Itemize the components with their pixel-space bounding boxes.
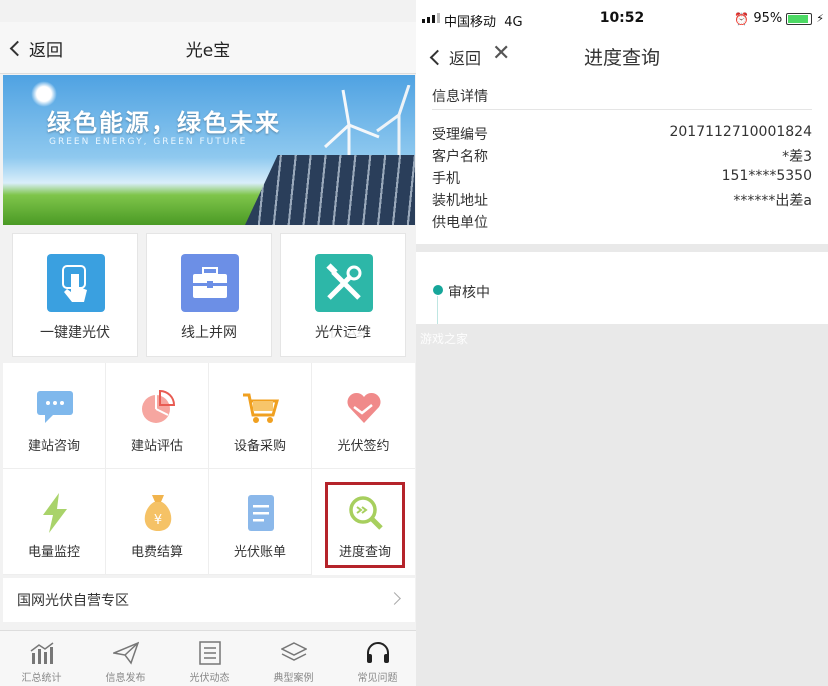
- grid-item-power-monitor[interactable]: 电量监控: [3, 469, 106, 575]
- tab-typical-cases[interactable]: 典型案例: [252, 631, 335, 686]
- battery-indicator: ⏰ 95% ⚡: [734, 11, 824, 26]
- tab-label: 常见问题: [357, 673, 398, 684]
- lightning-icon: [43, 493, 67, 533]
- grid-item-bill-settle[interactable]: ¥ 电费结算: [106, 469, 209, 575]
- grid-label: 建站评估: [130, 439, 183, 454]
- grid-label: 电费结算: [130, 545, 183, 560]
- grid-item-sign[interactable]: 光伏签约: [312, 363, 415, 469]
- banner-slogan-en: GREEN ENERGY, GREEN FUTURE: [49, 137, 248, 147]
- battery-percent: 95%: [753, 11, 783, 26]
- grid-label: 进度查询: [338, 545, 391, 560]
- grid-item-purchase[interactable]: 设备采购: [209, 363, 312, 469]
- tile-label: 线上并网: [181, 325, 237, 341]
- divider: [432, 109, 812, 110]
- info-row: 受理编号 2017112710001824: [432, 124, 812, 143]
- info-row: 客户名称 *差3: [432, 149, 812, 165]
- grid-item-assess[interactable]: 建站评估: [106, 363, 209, 469]
- layers-icon: [280, 642, 307, 661]
- charging-icon: ⚡: [816, 12, 824, 25]
- info-row: 装机地址 ******出差a: [432, 193, 812, 209]
- grid-label: 建站咨询: [27, 439, 80, 454]
- pie-chart-icon: [142, 389, 176, 423]
- search-progress-icon: [349, 496, 383, 530]
- tools-icon: [315, 254, 373, 312]
- chat-bubble-icon: [37, 391, 73, 423]
- grid-label: 光伏账单: [233, 545, 286, 560]
- bill-icon: [248, 495, 274, 531]
- tab-bar: 汇总统计 信息发布 光伏动态 典型案例 常见问题: [0, 630, 416, 686]
- tab-label: 光伏动态: [189, 673, 230, 684]
- banner[interactable]: 绿色能源，绿色未来 GREEN ENERGY, GREEN FUTURE: [3, 75, 415, 225]
- info-details-card: 信息详情 受理编号 2017112710001824 客户名称 *差3 手机 151*…: [416, 78, 828, 244]
- chevron-right-icon: [388, 592, 401, 605]
- tile-online-grid[interactable]: 线上并网: [146, 233, 272, 357]
- section-title: 信息详情: [432, 89, 488, 105]
- watermark-logo: k73: [326, 326, 386, 361]
- tab-solar-news[interactable]: 光伏动态: [168, 631, 251, 686]
- info-row: 供电单位: [432, 215, 488, 231]
- status-bar: 中国移动 4G 10:52 ⏰ 95% ⚡: [416, 0, 828, 36]
- bar-stats-icon: [30, 642, 53, 664]
- banner-slogan: 绿色能源，绿色未来: [47, 109, 281, 137]
- hand-tap-icon: [47, 254, 105, 312]
- tab-info-publish[interactable]: 信息发布: [84, 631, 167, 686]
- grid-item-consult[interactable]: 建站咨询: [3, 363, 106, 469]
- tab-faq[interactable]: 常见问题: [336, 631, 416, 686]
- tab-label: 信息发布: [105, 673, 146, 684]
- tile-label: 一键建光伏: [40, 325, 110, 341]
- grid-label: 电量监控: [27, 545, 80, 560]
- headset-icon: [366, 642, 389, 663]
- app-title: 光e宝: [185, 41, 231, 61]
- tab-label: 汇总统计: [21, 673, 62, 684]
- paper-plane-icon: [112, 641, 139, 665]
- status-dot: [433, 285, 443, 295]
- tab-summary-stats[interactable]: 汇总统计: [0, 631, 83, 686]
- handshake-icon: [347, 392, 381, 423]
- timeline-line: [437, 296, 438, 324]
- alarm-icon: ⏰: [734, 11, 750, 26]
- solar-panel: [245, 155, 415, 225]
- page-title: 进度查询: [583, 47, 660, 69]
- toolbox-icon: [181, 254, 239, 312]
- right-screen: 中国移动 4G 10:52 ⏰ 95% ⚡ 返回 ✕ 进度查询 信息详情 受理编…: [416, 0, 828, 686]
- progress-timeline: 审核中: [416, 252, 828, 324]
- left-nav-bar: 返回 光e宝: [0, 22, 416, 74]
- service-grid: 建站咨询 建站评估 设备采购 光伏签约 电量监控 ¥ 电费结算 光伏账单 进度查: [3, 363, 415, 575]
- zone-title: 国网光伏自营专区: [17, 593, 129, 609]
- grid-label: 光伏签约: [337, 439, 390, 454]
- shopping-cart-icon: [243, 393, 279, 423]
- tile-one-click-solar[interactable]: 一键建光伏: [12, 233, 138, 357]
- progress-status: 审核中: [448, 285, 490, 301]
- grid-label: 设备采购: [233, 439, 286, 454]
- money-bag-icon: ¥: [144, 495, 172, 531]
- grid-item-progress-query[interactable]: 进度查询: [325, 482, 405, 568]
- info-row: 手机 151****5350: [432, 168, 812, 187]
- list-icon: [198, 641, 221, 665]
- tab-label: 典型案例: [273, 673, 314, 684]
- watermark-text: 游戏之家: [420, 332, 469, 346]
- svg-text:¥: ¥: [154, 513, 162, 528]
- self-operated-zone[interactable]: 国网光伏自营专区: [3, 578, 415, 622]
- grid-item-solar-bill[interactable]: 光伏账单: [209, 469, 312, 575]
- right-nav-bar: 返回 ✕ 进度查询: [416, 36, 828, 78]
- battery-icon: [786, 12, 813, 25]
